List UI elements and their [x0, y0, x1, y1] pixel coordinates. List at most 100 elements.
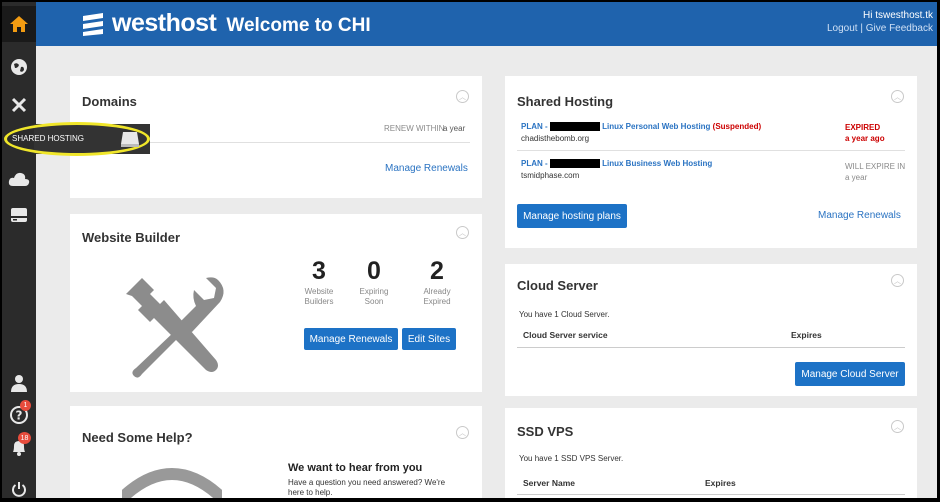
plan-status: (Suspended)	[712, 122, 762, 131]
cloud-icon	[8, 172, 30, 186]
ssd-vps-title: SSD VPS	[517, 424, 574, 439]
help-heading: We want to hear from you	[288, 462, 423, 474]
home-button[interactable]	[2, 6, 36, 42]
svg-text:?: ?	[16, 409, 23, 423]
stat-label: Website	[304, 287, 334, 296]
logout-link[interactable]: Logout	[827, 23, 858, 34]
builder-manage-renewals-button[interactable]: Manage Renewals	[304, 328, 398, 350]
plan-row-1[interactable]: PLAN - Linux Personal Web Hosting (Suspe…	[521, 122, 762, 132]
tools-icon	[11, 97, 27, 113]
column-header: Expires	[791, 330, 822, 340]
vps-nav[interactable]	[2, 200, 36, 230]
plan-name: Linux Business Web Hosting	[602, 159, 713, 168]
help-body: here to help.	[288, 488, 333, 497]
plan-expired-when: a year ago	[845, 134, 885, 143]
column-header: Server Name	[523, 478, 575, 488]
stat-already-expired: 2 Already Expired	[416, 258, 458, 307]
manage-cloud-server-button[interactable]: Manage Cloud Server	[795, 362, 905, 386]
westhost-logo-icon	[83, 12, 103, 36]
divider	[517, 494, 905, 495]
stat-label: Already	[423, 287, 451, 296]
hosting-manage-renewals-link[interactable]: Manage Renewals	[818, 210, 901, 221]
plan-domain: chadisthebomb.org	[521, 134, 590, 143]
page-title: Welcome to CHI	[226, 14, 371, 36]
help-nav[interactable]: ? 1	[2, 400, 36, 430]
redacted-block	[549, 122, 600, 132]
collapse-icon[interactable]: ︿	[891, 90, 904, 103]
plan-expire-label: WILL EXPIRE IN	[845, 162, 906, 171]
logout-nav[interactable]	[2, 474, 36, 498]
divider	[517, 347, 905, 348]
collapse-icon[interactable]: ︿	[456, 90, 469, 103]
app-frame: ? 1 18 westhost Welcome to CHI Hi tswest…	[2, 2, 937, 498]
alerts-nav[interactable]: 18	[2, 432, 36, 462]
edit-sites-button[interactable]: Edit Sites	[402, 328, 456, 350]
cloud-server-title: Cloud Server	[517, 278, 598, 293]
shared-hosting-tooltip[interactable]: SHARED HOSTING	[4, 122, 150, 156]
link-separator: |	[860, 23, 863, 34]
sidebar: ? 1 18	[2, 2, 36, 498]
stat-label: Expired	[423, 297, 451, 306]
website-builder-title: Website Builder	[82, 230, 181, 245]
help-title: Need Some Help?	[82, 430, 193, 445]
plan-domain: tsmidphase.com	[521, 171, 580, 180]
collapse-icon[interactable]: ︿	[456, 426, 469, 439]
website-builder-nav[interactable]	[2, 90, 36, 120]
stat-label: Soon	[364, 297, 384, 306]
feedback-link[interactable]: Give Feedback	[866, 23, 933, 34]
domains-manage-renewals-link[interactable]: Manage Renewals	[385, 163, 468, 174]
server-icon	[121, 132, 139, 147]
shared-hosting-title: Shared Hosting	[517, 94, 614, 109]
help-badge: 1	[20, 400, 31, 411]
greeting: Hi tswesthost.tk	[862, 10, 933, 21]
help-panel: Need Some Help? ︿ We want to hear from y…	[70, 406, 482, 498]
stat-value: 0	[367, 257, 381, 285]
stat-label: Builders	[304, 297, 334, 306]
renew-within-label: RENEW WITHIN	[384, 124, 445, 133]
ssd-vps-summary: You have 1 SSD VPS Server.	[519, 454, 624, 463]
column-header: Expires	[705, 478, 736, 488]
domains-nav[interactable]	[2, 52, 36, 82]
plan-prefix: PLAN -	[521, 122, 550, 131]
cloud-server-summary: You have 1 Cloud Server.	[519, 310, 610, 319]
plan-row-2[interactable]: PLAN - Linux Business Web Hosting	[521, 159, 713, 169]
home-icon	[10, 16, 28, 32]
support-icon	[122, 468, 222, 498]
plan-expired-label: EXPIRED	[845, 123, 881, 132]
header: westhost Welcome to CHI Hi tswesthost.tk…	[36, 2, 937, 46]
logo[interactable]: westhost Welcome to CHI	[80, 9, 371, 38]
user-menu: Hi tswesthost.tk Logout | Give Feedback	[827, 9, 933, 35]
plan-name: Linux Personal Web Hosting	[602, 122, 711, 131]
redacted-block	[549, 159, 600, 169]
globe-icon	[11, 59, 27, 75]
collapse-icon[interactable]: ︿	[891, 274, 904, 287]
user-icon	[11, 375, 27, 392]
help-body: Have a question you need answered? We're	[288, 478, 446, 487]
column-header: Cloud Server service	[523, 330, 608, 340]
tooltip-label: SHARED HOSTING	[12, 134, 85, 143]
renew-within-value: a year	[443, 124, 466, 133]
alerts-badge: 18	[18, 432, 31, 444]
cloud-server-panel: Cloud Server ︿ You have 1 Cloud Server. …	[505, 264, 917, 396]
stat-value: 2	[430, 257, 444, 285]
server-icon	[11, 208, 27, 222]
account-nav[interactable]	[2, 368, 36, 398]
collapse-icon[interactable]: ︿	[891, 420, 904, 433]
stat-label: Expiring	[359, 287, 389, 296]
stat-value: 3	[312, 257, 326, 285]
collapse-icon[interactable]: ︿	[456, 226, 469, 239]
ssd-vps-panel: SSD VPS ︿ You have 1 SSD VPS Server. Ser…	[505, 408, 917, 498]
power-icon	[12, 482, 26, 497]
divider	[517, 150, 905, 151]
website-builder-panel: Website Builder ︿ 3 Website Builders 0 E…	[70, 214, 482, 392]
stat-website-builders: 3 Website Builders	[298, 258, 340, 307]
manage-hosting-plans-button[interactable]: Manage hosting plans	[517, 204, 627, 228]
plan-prefix: PLAN -	[521, 159, 550, 168]
shared-hosting-panel: Shared Hosting ︿ PLAN - Linux Personal W…	[505, 76, 917, 248]
wrench-screwdriver-icon	[126, 277, 224, 378]
cloud-nav[interactable]	[2, 164, 36, 194]
domains-title: Domains	[82, 94, 137, 109]
stat-expiring-soon: 0 Expiring Soon	[353, 258, 395, 307]
plan-expire-when: a year	[845, 173, 868, 182]
brand-name: westhost	[112, 9, 217, 37]
